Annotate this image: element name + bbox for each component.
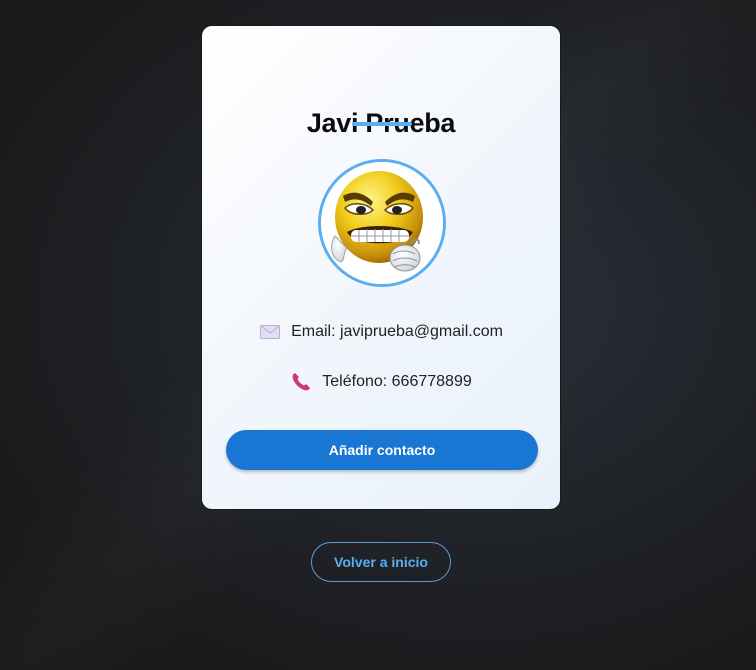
back-home-button[interactable]: Volver a inicio bbox=[311, 542, 451, 582]
email-text: Email: javiprueba@gmail.com bbox=[291, 323, 503, 340]
phone-text: Teléfono: 666778899 bbox=[322, 373, 472, 390]
title-underline bbox=[352, 122, 412, 126]
phone-row: Teléfono: 666778899 bbox=[202, 371, 560, 393]
angry-emoji-icon bbox=[321, 162, 443, 284]
envelope-icon bbox=[259, 321, 281, 343]
add-contact-button[interactable]: Añadir contacto bbox=[226, 430, 538, 470]
contact-card: Javi Prueba Email: javiprueba@gmail.com … bbox=[201, 25, 561, 510]
avatar bbox=[318, 159, 446, 287]
email-row: Email: javiprueba@gmail.com bbox=[202, 321, 560, 343]
phone-icon bbox=[290, 371, 312, 393]
